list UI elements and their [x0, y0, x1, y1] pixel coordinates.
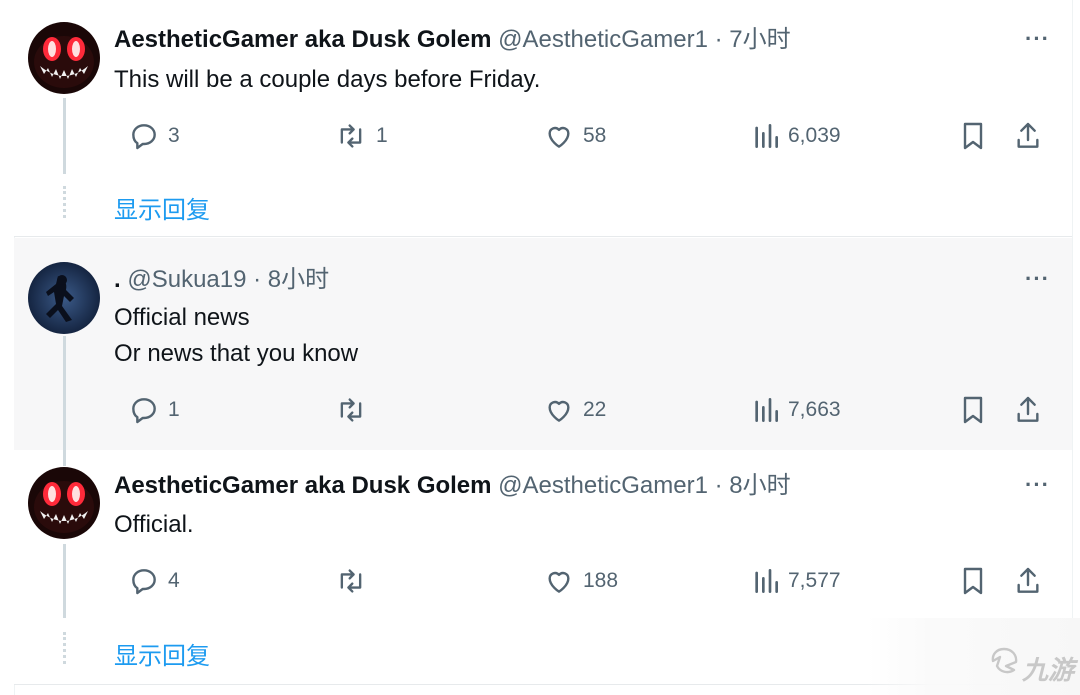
watermark-logo-icon	[991, 647, 1018, 674]
more-options-icon[interactable]: ···	[1025, 472, 1050, 498]
more-options-icon[interactable]: ···	[1025, 26, 1050, 52]
thread-dots	[63, 186, 66, 218]
show-replies-link[interactable]: 显示回复	[114, 190, 210, 225]
reply-button[interactable]: 3	[128, 120, 180, 152]
bookmark-icon	[963, 122, 983, 150]
reply-icon	[132, 398, 156, 424]
reply-button[interactable]: 4	[128, 565, 180, 597]
retweet-icon	[340, 124, 362, 148]
view-count: 7,577	[788, 569, 841, 592]
display-name[interactable]: AestheticGamer aka Dusk Golem	[114, 26, 492, 53]
thread-dots	[63, 632, 66, 664]
views-icon	[755, 124, 778, 148]
views-button[interactable]: 7,577	[752, 565, 841, 597]
tweet-text-line-2: Or news that you know	[114, 340, 359, 367]
tweet-text: This will be a couple days before Friday…	[114, 66, 541, 93]
watermark-text: 九游	[1022, 655, 1075, 685]
heart-icon	[548, 571, 570, 593]
handle-and-time[interactable]: @AestheticGamer1 · 8小时	[498, 472, 790, 499]
avatar-image	[28, 262, 100, 334]
share-button[interactable]	[1013, 120, 1043, 157]
tweet-header: AestheticGamer aka Dusk Golem @Aesthetic…	[114, 472, 791, 500]
thread-line	[63, 544, 66, 618]
views-icon	[755, 569, 778, 593]
views-icon	[755, 398, 778, 422]
right-border	[1072, 0, 1073, 695]
heart-icon	[548, 126, 570, 148]
view-count: 7,663	[788, 398, 841, 421]
like-count: 58	[583, 124, 607, 147]
like-button[interactable]: 188	[543, 565, 618, 597]
avatar[interactable]	[28, 467, 100, 539]
share-icon	[1017, 567, 1039, 593]
thread-line	[63, 98, 66, 174]
display-name[interactable]: AestheticGamer aka Dusk Golem	[114, 472, 492, 499]
retweet-icon	[340, 569, 362, 593]
retweet-button[interactable]	[334, 394, 368, 426]
bookmark-button[interactable]	[958, 394, 988, 431]
retweet-button[interactable]	[334, 565, 368, 597]
thread-line	[63, 450, 66, 466]
share-icon	[1017, 396, 1039, 422]
bookmark-button[interactable]	[958, 120, 988, 157]
handle-and-time[interactable]: @Sukua19 · 8小时	[127, 266, 329, 293]
avatar-image	[28, 467, 100, 539]
share-button[interactable]	[1013, 565, 1043, 602]
like-button[interactable]: 58	[543, 120, 606, 152]
bookmark-button[interactable]	[958, 565, 988, 602]
tweet-text-line-1: Official news	[114, 304, 250, 331]
reply-count: 1	[168, 398, 180, 421]
like-button[interactable]: 22	[543, 394, 606, 426]
reply-count: 3	[168, 124, 180, 147]
thread-line	[63, 336, 66, 450]
view-count: 6,039	[788, 124, 841, 147]
retweet-button[interactable]: 1	[334, 120, 388, 152]
share-icon	[1017, 122, 1039, 148]
tweet-header: AestheticGamer aka Dusk Golem @Aesthetic…	[114, 26, 791, 54]
reply-icon	[132, 124, 156, 150]
like-count: 22	[583, 398, 607, 421]
show-replies-link[interactable]: 显示回复	[114, 636, 210, 671]
more-options-icon[interactable]: ···	[1025, 266, 1050, 292]
handle-and-time[interactable]: @AestheticGamer1 · 7小时	[498, 26, 790, 53]
like-count: 188	[583, 569, 619, 592]
views-button[interactable]: 6,039	[752, 120, 841, 152]
reply-icon	[132, 569, 156, 595]
bookmark-icon	[963, 567, 983, 595]
share-button[interactable]	[1013, 394, 1043, 431]
avatar-image	[28, 22, 100, 94]
divider	[14, 236, 1072, 237]
display-name[interactable]: .	[114, 266, 121, 293]
avatar[interactable]	[28, 262, 100, 334]
avatar[interactable]	[28, 22, 100, 94]
reply-count: 4	[168, 569, 180, 592]
retweet-count: 1	[376, 124, 388, 147]
bookmark-icon	[963, 396, 983, 424]
retweet-icon	[340, 398, 362, 422]
tweet-text: Official.	[114, 511, 194, 538]
reply-button[interactable]: 1	[128, 394, 180, 426]
tweet-header: . @Sukua19 · 8小时	[114, 266, 329, 294]
heart-icon	[548, 400, 570, 422]
views-button[interactable]: 7,663	[752, 394, 841, 426]
